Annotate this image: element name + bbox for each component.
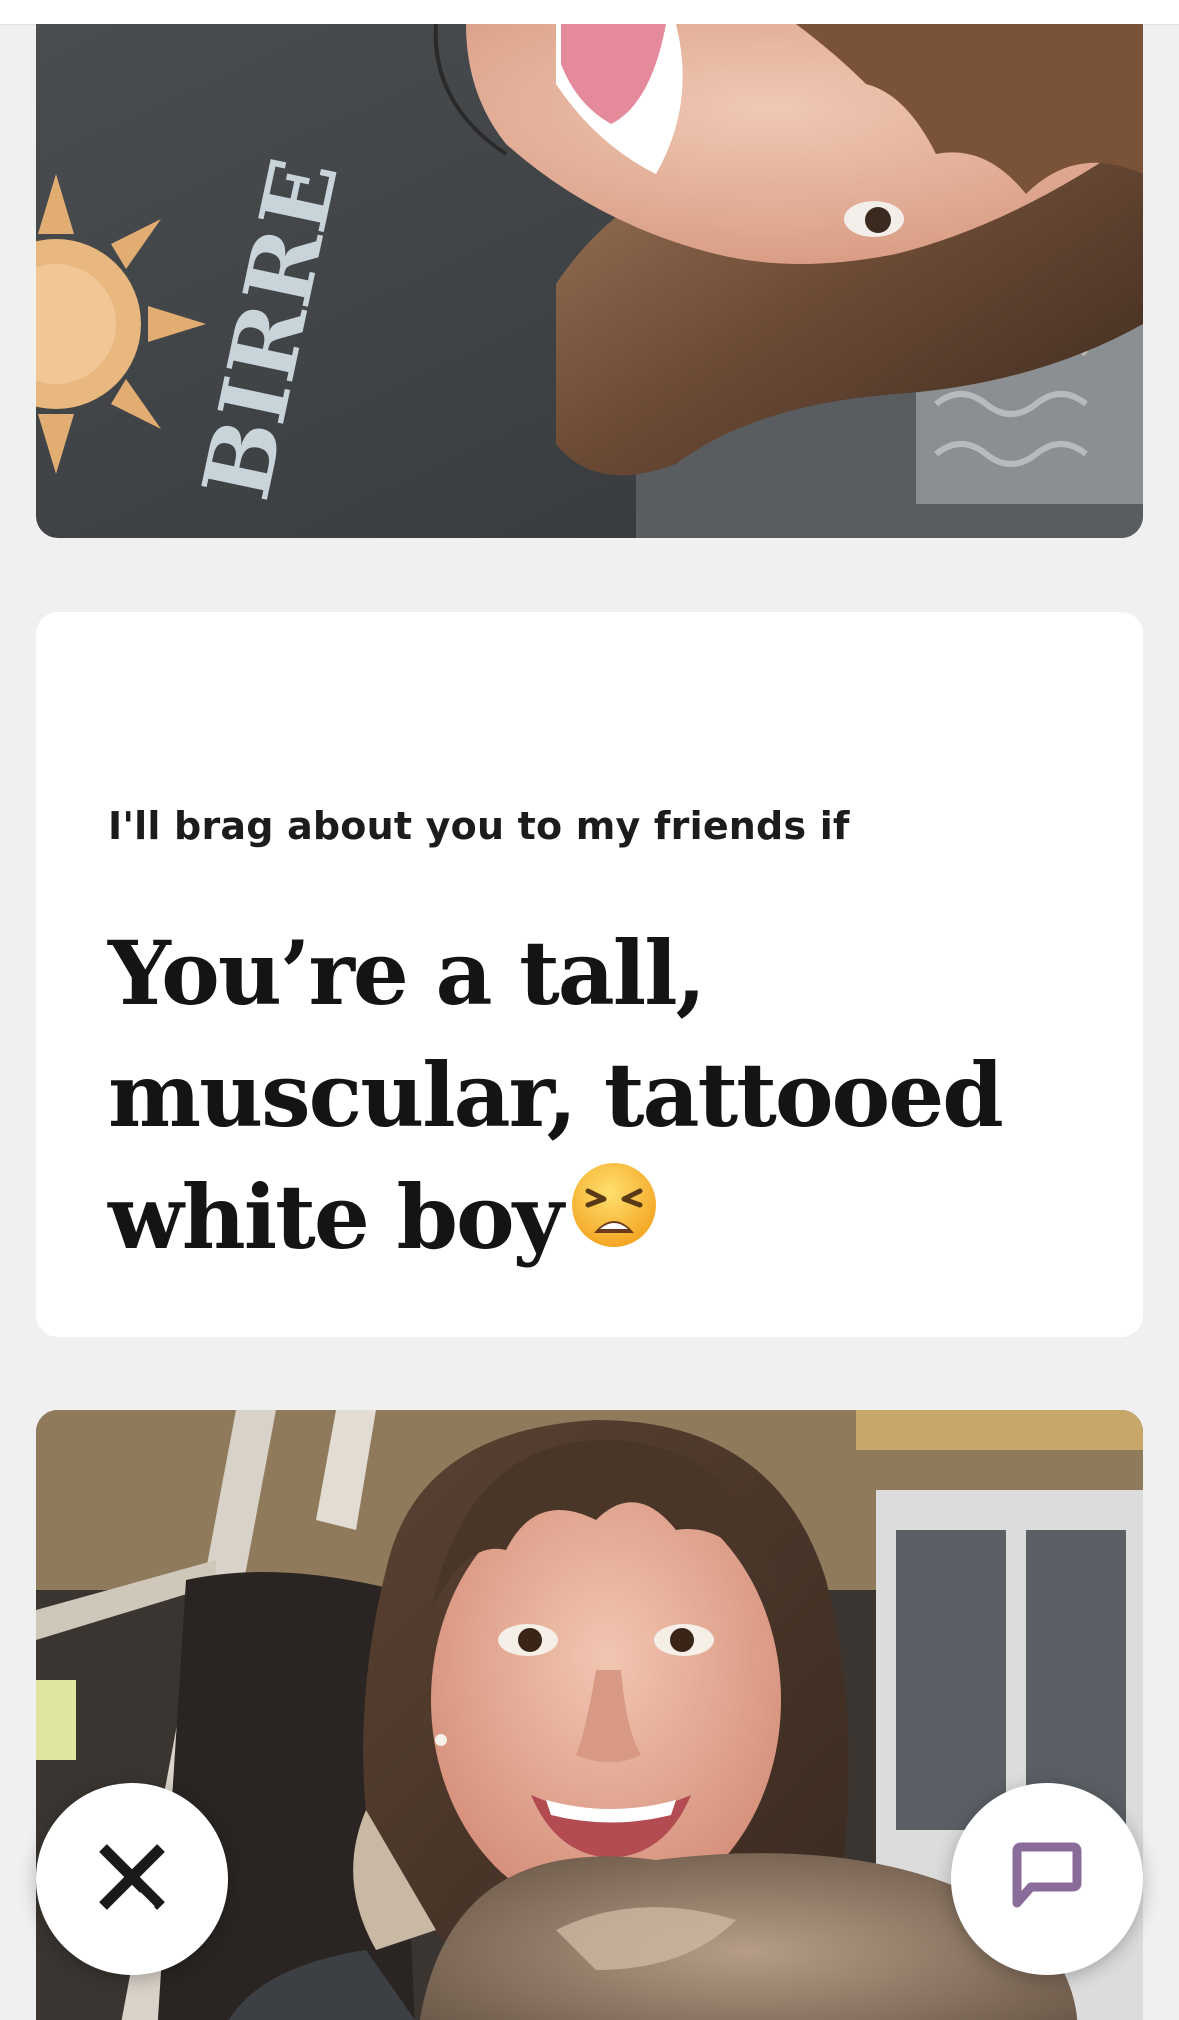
skip-button[interactable] bbox=[36, 1783, 228, 1975]
top-bar bbox=[0, 0, 1179, 25]
profile-screen: BIRRE I'll brag about you to my friends … bbox=[0, 0, 1179, 2020]
close-icon bbox=[93, 1838, 171, 1920]
comment-button[interactable] bbox=[951, 1783, 1143, 1975]
prompt-answer-text: You’re a tall, muscular, tattooed white … bbox=[108, 921, 1004, 1269]
photo-1-image: BIRRE bbox=[36, 24, 1143, 538]
prompt-answer: You’re a tall, muscular, tattooed white … bbox=[108, 912, 1088, 1279]
prompt-question: I'll brag about you to my friends if bbox=[108, 804, 850, 848]
tired-face-emoji bbox=[570, 1157, 658, 1279]
profile-photo-1[interactable]: BIRRE bbox=[36, 24, 1143, 538]
prompt-card[interactable]: I'll brag about you to my friends if You… bbox=[36, 612, 1143, 1337]
chat-bubble-icon bbox=[1007, 1837, 1087, 1921]
